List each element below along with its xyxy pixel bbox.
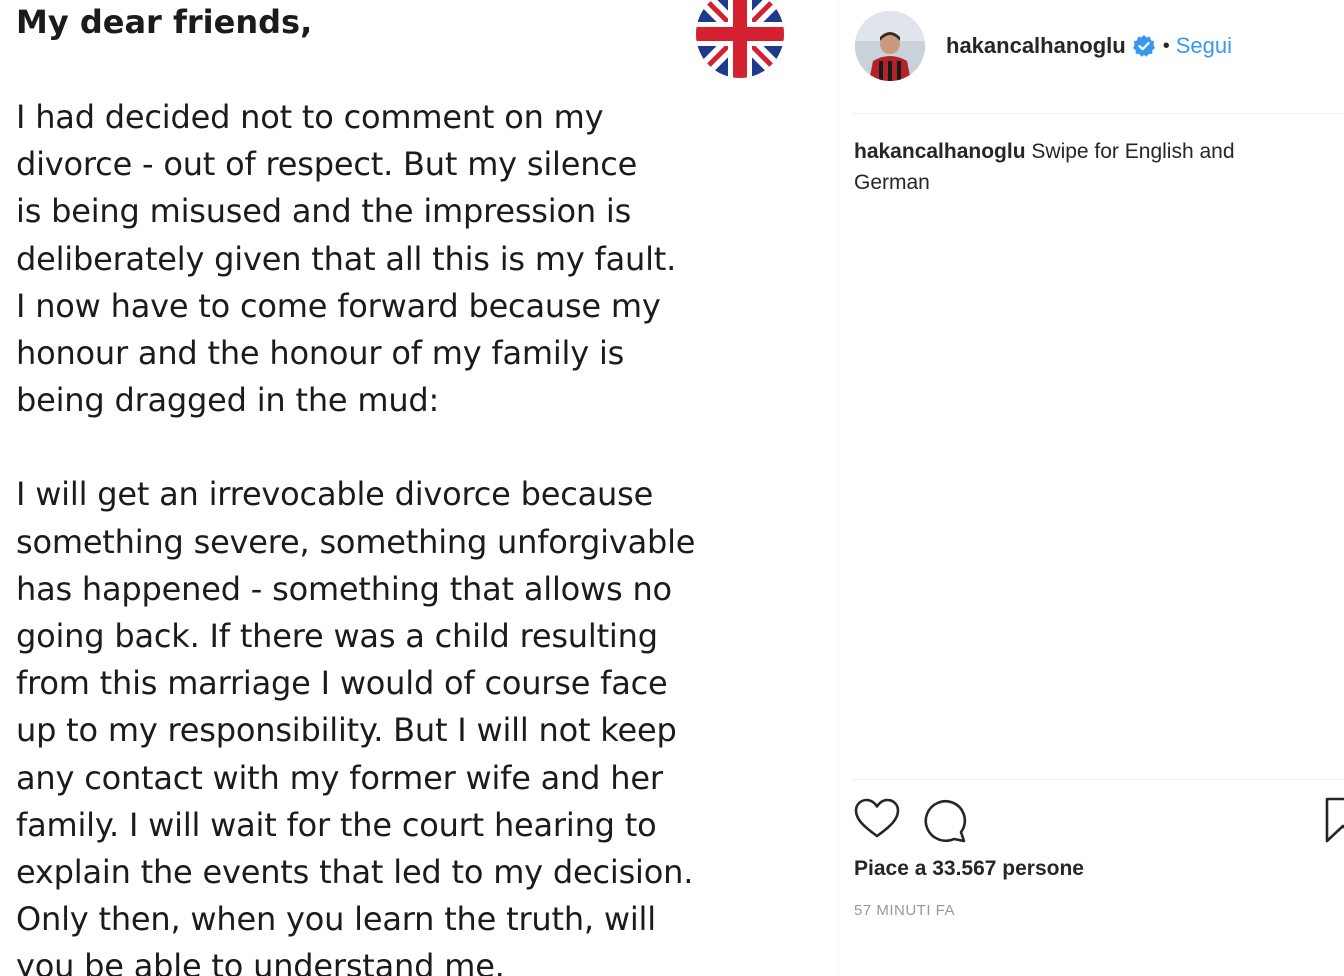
- post-line: I had decided not to comment on my: [16, 98, 604, 136]
- post-line: from this marriage I would of course fac…: [16, 664, 668, 703]
- follow-button[interactable]: Segui: [1176, 33, 1232, 59]
- divider: [853, 113, 1344, 114]
- post-paragraph: I will get an irrevocable divorce becaus…: [16, 471, 776, 976]
- likes-count[interactable]: Piace a 33.567 persone: [854, 857, 1084, 881]
- verified-badge-icon: [1132, 35, 1155, 57]
- post-line: up to my responsibility. But I will not …: [16, 711, 677, 750]
- post-sidebar: hakancalhanoglu • Segui hakancalhanoglu …: [838, 0, 1344, 976]
- bookmark-icon[interactable]: [1319, 796, 1344, 844]
- post-line: I will get an irrevocable divorce becaus…: [16, 475, 654, 514]
- post-caption: hakancalhanoglu Swipe for English and Ge…: [854, 136, 1314, 198]
- post-line: Only then, when you learn the truth, wil…: [16, 900, 656, 939]
- post-line: is being misused and the impression is: [16, 192, 632, 231]
- post-timestamp[interactable]: 57 MINUTI FA: [854, 902, 955, 919]
- post-line: explain the events that led to my decisi…: [16, 853, 694, 892]
- heart-icon[interactable]: [853, 796, 901, 844]
- post-line: going back. If there was a child resulti…: [16, 617, 658, 656]
- post-line: honour and the honour of my family is: [16, 334, 625, 373]
- separator-dot: •: [1162, 34, 1170, 57]
- caption-username[interactable]: hakancalhanoglu: [854, 140, 1026, 163]
- avatar[interactable]: [855, 11, 925, 81]
- post-line: has happened - something that allows no: [16, 569, 672, 608]
- post-actions: [853, 796, 1344, 846]
- divider: [853, 779, 1344, 780]
- username-link[interactable]: hakancalhanoglu: [946, 33, 1126, 59]
- post-image: My dear friends, I had decided not to co…: [0, 0, 838, 976]
- post-line: something severe, something unforgivable: [16, 522, 696, 561]
- avatar-image: [855, 11, 925, 81]
- post-line: divorce - out of respect. But my silence: [16, 145, 638, 184]
- post-line: deliberately given that all this is my f…: [16, 239, 677, 278]
- post-paragraph: I had decided not to comment on my divor…: [16, 94, 776, 424]
- post-heading: My dear friends,: [16, 3, 313, 41]
- comment-icon[interactable]: [921, 796, 969, 844]
- post-line: any contact with my former wife and her: [16, 758, 663, 797]
- uk-flag-icon: [696, 0, 784, 78]
- post-line: being dragged in the mud:: [16, 381, 440, 420]
- post-body: I had decided not to comment on my divor…: [16, 94, 776, 976]
- post-header: hakancalhanoglu • Segui: [855, 10, 1344, 82]
- post-line: you be able to understand me.: [16, 947, 505, 976]
- post-line: I now have to come forward because my: [16, 286, 661, 325]
- post-line: family. I will wait for the court hearin…: [16, 805, 657, 844]
